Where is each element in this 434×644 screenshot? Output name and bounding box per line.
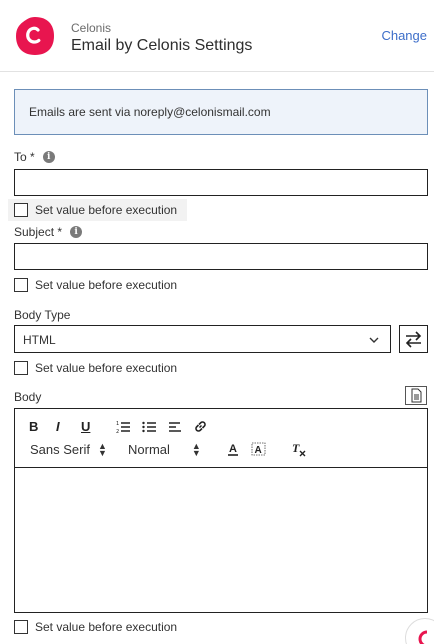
checkbox-label: Set value before execution [35,361,178,375]
app-name: Celonis [71,21,112,35]
body-type-label-row: Body Type [14,308,70,322]
checkbox-label: Set value before execution [35,620,178,634]
body-label: Body [14,390,42,404]
checkbox-label: Set value before execution [35,203,178,217]
font-family-value: Sans Serif [30,442,90,457]
updown-icon: ▲ ▼ [191,440,201,458]
ordered-list-icon[interactable]: 1 2 [116,420,131,434]
document-icon [411,388,422,403]
widget-logo-icon [418,630,428,644]
italic-button[interactable]: I [56,419,60,434]
rich-text-editor: B I U 1 2 Sans Serif ▲ ▼ Normal ▲ ▼ A A … [14,408,428,613]
link-icon[interactable] [193,419,208,434]
underline-button[interactable]: U [81,419,90,434]
checkbox-label: Set value before execution [35,278,178,292]
subject-label-row: Subject * i [14,225,83,239]
bullet-list-icon[interactable] [142,420,157,434]
help-widget-button[interactable] [405,618,434,644]
subject-label: Subject * [14,225,63,239]
info-icon[interactable]: i [42,151,55,163]
svg-text:1: 1 [116,421,119,427]
info-message: Emails are sent via noreply@celonismail.… [29,105,271,119]
svg-text:T: T [292,441,300,455]
updown-icon: ▲ ▼ [97,440,107,458]
celonis-logo [16,17,54,55]
info-icon[interactable]: i [70,226,83,238]
to-set-value-row[interactable]: Set value before execution [8,199,188,221]
background-color-icon[interactable]: A [251,442,266,457]
editor-content-area[interactable] [15,469,427,612]
editor-toolbar: B I U 1 2 Sans Serif ▲ ▼ Normal ▲ ▼ A A … [15,409,427,468]
source-view-button[interactable] [405,386,427,405]
header: Celonis Email by Celonis Settings Change [0,0,434,72]
body-set-value-checkbox[interactable] [14,620,28,634]
body-type-set-value-checkbox[interactable] [14,361,28,375]
svg-text:A: A [229,443,237,455]
text-color-icon[interactable]: A [226,442,240,457]
svg-text:A: A [255,445,262,456]
chevron-down-icon [369,337,379,343]
body-set-value-row[interactable]: Set value before execution [14,620,177,634]
align-left-icon[interactable] [168,420,182,434]
body-type-select[interactable]: HTML [14,325,391,353]
body-type-value: HTML [23,333,56,347]
font-size-select[interactable]: Normal ▲ ▼ [128,440,201,458]
subject-set-value-checkbox[interactable] [14,278,28,292]
to-label-row: To * i [14,150,55,164]
body-label-row: Body [14,390,41,404]
to-input[interactable] [14,169,428,196]
info-banner: Emails are sent via noreply@celonismail.… [14,89,428,135]
subject-input[interactable] [14,243,428,270]
to-label: To * [14,150,35,164]
body-type-label: Body Type [14,308,71,322]
body-type-set-value-row[interactable]: Set value before execution [14,361,177,375]
toggle-mapping-button[interactable] [399,325,428,353]
change-button[interactable]: Change [381,28,427,43]
svg-text:2: 2 [116,429,119,434]
page-title: Email by Celonis Settings [71,37,253,54]
clear-formatting-icon[interactable]: T [291,441,307,457]
font-size-value: Normal [128,442,170,457]
to-set-value-checkbox[interactable] [14,203,28,217]
bold-button[interactable]: B [29,419,38,434]
swap-arrows-icon [405,331,422,348]
subject-set-value-row[interactable]: Set value before execution [14,278,177,292]
font-family-select[interactable]: Sans Serif ▲ ▼ [30,440,107,458]
